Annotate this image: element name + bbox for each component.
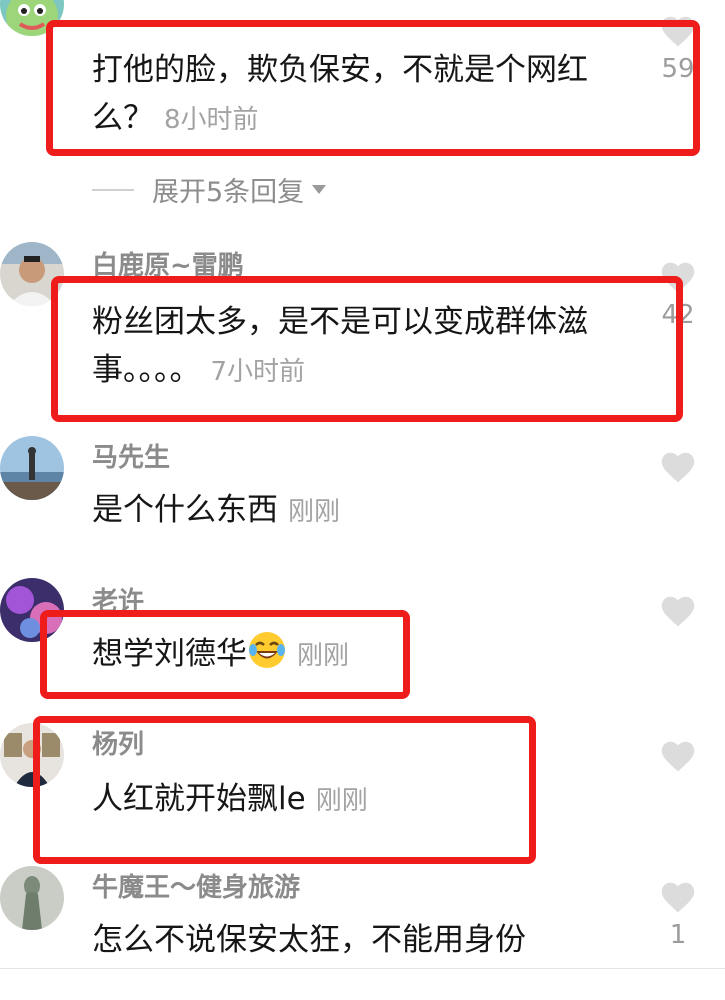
like-button[interactable]: 1 <box>658 880 698 950</box>
highlight-box <box>40 610 410 699</box>
heart-icon <box>661 741 695 772</box>
comment-item: 马先生 是个什么东西 刚刚 <box>0 436 725 566</box>
heart-icon <box>661 596 695 627</box>
like-button[interactable] <box>658 450 698 484</box>
highlight-box <box>33 716 536 864</box>
divider-line <box>92 188 134 191</box>
comment-item: 牛魔王～健身旅游 怎么不说保安太狂，不能用身份 1 <box>0 866 725 976</box>
comment-username[interactable]: 马先生 <box>92 442 170 474</box>
like-count: 1 <box>669 920 687 950</box>
like-button[interactable] <box>658 594 698 628</box>
caret-down-icon <box>312 185 327 194</box>
like-button[interactable] <box>658 739 698 773</box>
highlight-box <box>46 20 700 156</box>
avatar[interactable] <box>0 436 64 500</box>
expand-replies-button[interactable]: 展开5条回复 <box>92 170 327 209</box>
heart-icon <box>661 882 695 913</box>
divider-line <box>0 968 725 969</box>
avatar[interactable] <box>0 866 64 930</box>
highlight-box <box>51 276 683 422</box>
heart-icon <box>661 452 695 483</box>
comment-text: 怎么不说保安太狂，不能用身份 <box>92 922 526 958</box>
comment-text: 是个什么东西 刚刚 <box>92 492 341 528</box>
comment-username[interactable]: 牛魔王～健身旅游 <box>92 872 300 904</box>
comment-time: 刚刚 <box>288 497 341 527</box>
